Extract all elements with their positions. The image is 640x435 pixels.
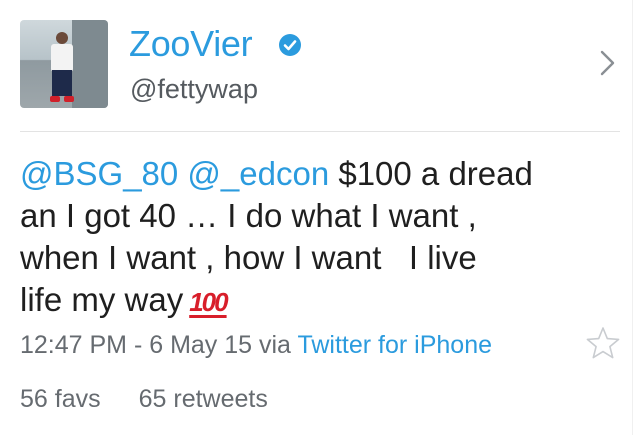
avatar-figure-shirt bbox=[51, 44, 73, 72]
avatar-figure-pants bbox=[52, 70, 72, 96]
tweet-text-segment: $100 a dread bbox=[329, 155, 533, 192]
avatar[interactable] bbox=[20, 20, 108, 108]
chevron-right-icon[interactable] bbox=[598, 49, 618, 77]
hundred-points-emoji: 100 bbox=[189, 287, 228, 317]
avatar-figure-shoe bbox=[50, 96, 60, 102]
tweet-meta: 12:47 PM - 6 May 15 via Twitter for iPho… bbox=[20, 330, 492, 360]
mention-link[interactable]: @_edcon bbox=[187, 155, 329, 192]
user-handle[interactable]: @fettywap bbox=[130, 73, 258, 105]
tweet-text: @BSG_80 @_edcon $100 a dread an I got 40… bbox=[20, 153, 600, 323]
star-icon[interactable] bbox=[585, 326, 621, 360]
divider bbox=[20, 131, 620, 132]
display-name[interactable]: ZooVier bbox=[129, 24, 253, 64]
tweet-line: when I want , how I want I live bbox=[20, 239, 477, 276]
source-link[interactable]: Twitter for iPhone bbox=[297, 331, 492, 359]
avatar-figure-shoe bbox=[64, 96, 74, 102]
favs-count[interactable]: 56 favs bbox=[20, 385, 101, 413]
timestamp: 12:47 PM - 6 May 15 via bbox=[20, 331, 291, 359]
avatar-figure-head bbox=[56, 32, 68, 44]
verified-badge-icon bbox=[279, 34, 301, 56]
mention-link[interactable]: @BSG_80 bbox=[20, 155, 178, 192]
profile-header[interactable]: ZooVier @fettywap bbox=[0, 0, 640, 132]
avatar-background bbox=[72, 20, 108, 108]
tweet-line: life my way 100 bbox=[20, 279, 600, 323]
tweet-line: an I got 40 … I do what I want , bbox=[20, 197, 477, 234]
retweets-count[interactable]: 65 retweets bbox=[139, 385, 268, 413]
tweet-text-segment: life my way bbox=[20, 281, 184, 318]
tweet-stats: 56 favs 65 retweets bbox=[20, 384, 268, 414]
tweet-line: @BSG_80 @_edcon $100 a dread bbox=[20, 153, 600, 195]
edge-divider bbox=[632, 0, 633, 435]
